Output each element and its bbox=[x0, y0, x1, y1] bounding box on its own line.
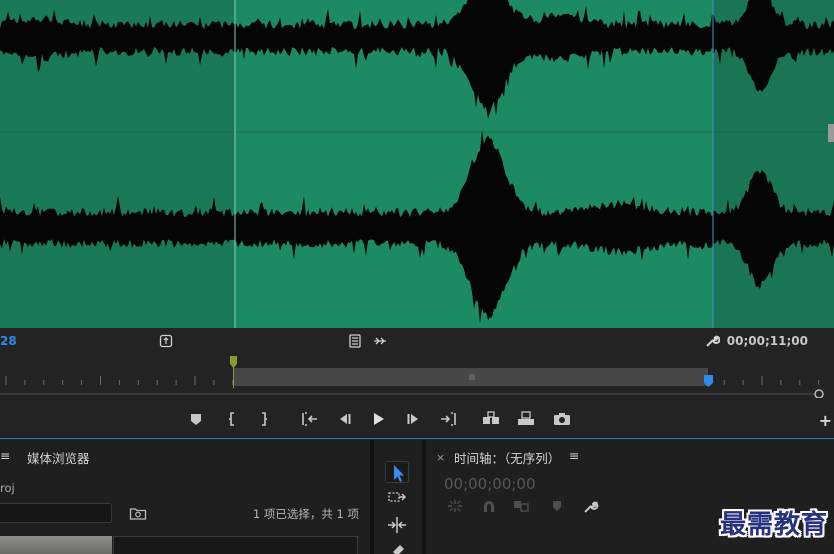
drag-audio-icon[interactable] bbox=[347, 333, 363, 349]
step-forward-icon bbox=[407, 414, 418, 424]
timeline-timecode[interactable]: 00;00;00;00 bbox=[444, 475, 536, 493]
mark-out-button[interactable] bbox=[253, 408, 275, 430]
drag-audio-only-icon[interactable] bbox=[372, 333, 388, 349]
insert-icon bbox=[483, 411, 499, 424]
active-panel-divider bbox=[0, 438, 834, 439]
track-select-icon bbox=[388, 492, 407, 502]
track-select-tool[interactable] bbox=[385, 487, 409, 509]
add-marker-button[interactable] bbox=[185, 408, 207, 430]
step-back-icon bbox=[340, 414, 351, 424]
find-bin-icon[interactable] bbox=[129, 505, 147, 521]
play-button[interactable] bbox=[367, 408, 389, 430]
drag-video-icon[interactable] bbox=[158, 333, 174, 349]
monitor-info-bar: 28 00;00;11;00 bbox=[0, 328, 834, 354]
overwrite-icon bbox=[518, 411, 534, 425]
mark-in-icon bbox=[229, 412, 234, 426]
go-to-out-icon bbox=[441, 412, 456, 426]
mark-out-icon bbox=[262, 412, 267, 426]
in-out-range-bar[interactable] bbox=[234, 368, 708, 386]
media-list-item[interactable] bbox=[113, 536, 358, 554]
overwrite-button[interactable] bbox=[515, 408, 537, 430]
project-file-name: roj bbox=[0, 481, 15, 495]
settings-wrench-icon[interactable] bbox=[704, 333, 720, 349]
snap-magnet-icon[interactable] bbox=[480, 498, 498, 514]
panel-menu-icon[interactable]: ≡ bbox=[0, 449, 10, 463]
ripple-edit-icon bbox=[388, 517, 406, 533]
in-point-marker[interactable] bbox=[230, 356, 237, 368]
selection-tool[interactable] bbox=[385, 461, 409, 483]
linked-selection-icon[interactable] bbox=[512, 498, 530, 514]
timeline-settings-wrench-icon[interactable] bbox=[582, 498, 600, 514]
step-back-button[interactable] bbox=[333, 408, 355, 430]
razor-icon bbox=[393, 545, 404, 554]
tab-media-browser[interactable]: 媒体浏览器 bbox=[27, 448, 90, 467]
step-forward-button[interactable] bbox=[403, 408, 425, 430]
export-frame-button[interactable] bbox=[551, 408, 573, 430]
add-marker-icon[interactable] bbox=[548, 498, 566, 514]
go-to-in-button[interactable] bbox=[299, 408, 321, 430]
nest-sequence-icon[interactable] bbox=[446, 498, 464, 514]
zoom-scroll-handle[interactable] bbox=[814, 389, 824, 398]
watermark-logo: 最需教育 bbox=[719, 510, 828, 540]
marker-icon bbox=[191, 414, 201, 425]
time-ruler[interactable] bbox=[0, 354, 834, 398]
media-thumbnail[interactable] bbox=[0, 536, 112, 554]
go-to-in-icon bbox=[302, 412, 317, 426]
tools-panel bbox=[374, 440, 422, 554]
timeline-panel-title[interactable]: 时间轴：（无序列） bbox=[454, 448, 560, 467]
scroll-handle[interactable] bbox=[828, 124, 834, 142]
ripple-edit-tool[interactable] bbox=[385, 514, 409, 536]
camera-icon bbox=[554, 413, 570, 425]
razor-tool[interactable] bbox=[385, 540, 409, 554]
go-to-out-button[interactable] bbox=[437, 408, 459, 430]
selection-arrow-icon bbox=[394, 465, 404, 482]
timeline-panel: × 时间轴：（无序列） ≡ 00;00;00;00 最需教育 bbox=[426, 440, 834, 554]
audio-waveform[interactable] bbox=[0, 0, 834, 328]
insert-button[interactable] bbox=[480, 408, 502, 430]
add-button-icon[interactable]: + bbox=[819, 411, 832, 430]
duration-timecode: 00;00;11;00 bbox=[726, 334, 808, 348]
close-panel-icon[interactable]: × bbox=[436, 451, 445, 464]
panel-menu-icon[interactable]: ≡ bbox=[569, 448, 579, 463]
playhead-timecode[interactable]: 28 bbox=[0, 334, 17, 348]
selection-status: 1 项已选择，共 1 项 bbox=[252, 507, 359, 521]
search-input[interactable] bbox=[0, 503, 112, 523]
play-icon bbox=[374, 413, 384, 425]
transport-controls: + bbox=[0, 404, 834, 434]
mark-in-button[interactable] bbox=[221, 408, 243, 430]
project-panel: ≡ 媒体浏览器 roj 1 项已选择，共 1 项 bbox=[0, 440, 370, 554]
